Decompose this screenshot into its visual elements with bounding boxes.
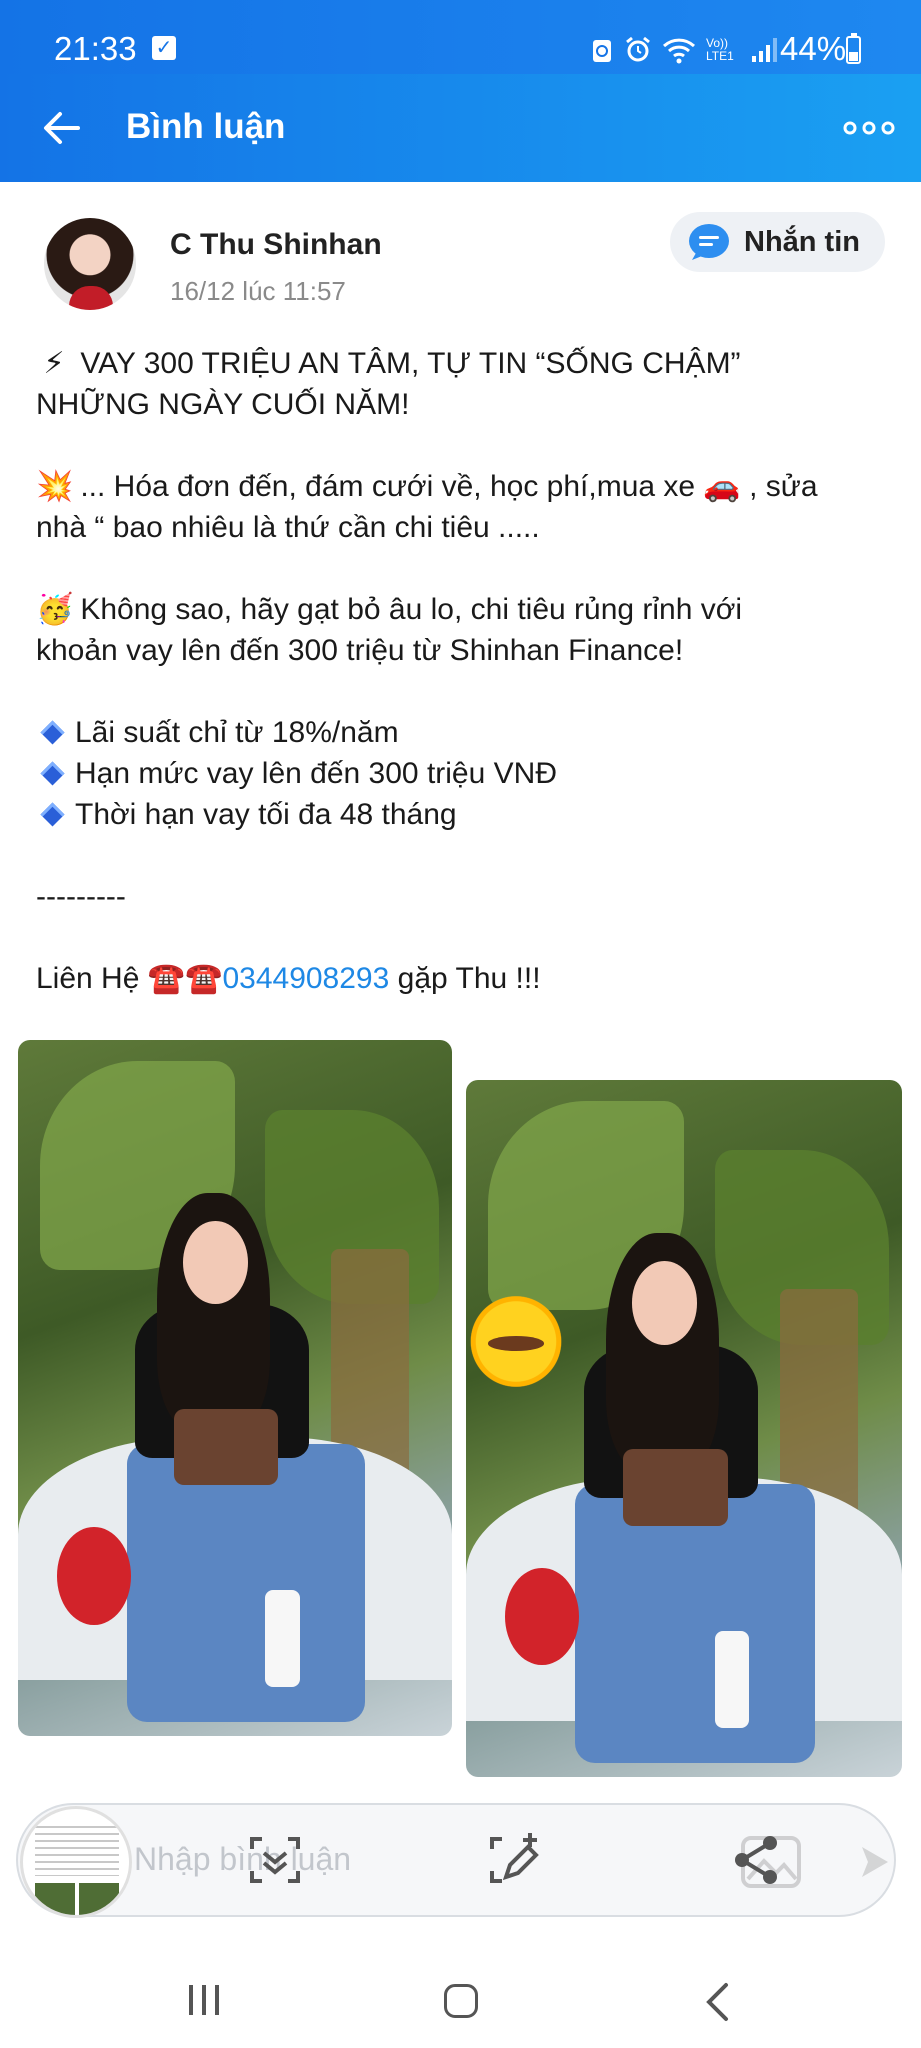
- bullet-text: Hạn mức vay lên đến 300 triệu VNĐ: [75, 757, 557, 790]
- signal-icon: [752, 38, 777, 62]
- recent-apps-icon[interactable]: [186, 1983, 222, 2017]
- collision-emoji: 💥: [36, 470, 74, 503]
- post-line: khoản vay lên đến 300 triệu từ Shinhan F…: [36, 630, 886, 671]
- status-time: 21:33: [54, 30, 137, 67]
- phone-link[interactable]: 0344908293: [222, 962, 389, 995]
- party-face-emoji: 🥳: [36, 593, 74, 626]
- chat-bubble-icon: [689, 224, 729, 260]
- scan-icon[interactable]: [246, 1831, 304, 1889]
- post-line-text: VAY 300 TRIỆU AN TÂM, TỰ TIN “SỐNG CHẬM”: [80, 347, 741, 380]
- contact-prefix: Liên Hệ ☎️☎️: [36, 962, 223, 995]
- bullet-item: Thời hạn vay tối đa 48 tháng: [36, 794, 886, 835]
- status-icons: Vo)) LTE1: [590, 32, 778, 68]
- bullet-item: Lãi suất chỉ từ 18%/năm: [36, 712, 886, 753]
- blue-diamond-icon: [40, 720, 65, 745]
- system-nav-bar: [0, 1938, 921, 2048]
- post-content: ⚡ VAY 300 TRIỆU AN TÂM, TỰ TIN “SỐNG CHẬ…: [36, 343, 886, 999]
- post-line-text: nhà “ bao nhiêu là thứ cần chi tiêu ....…: [36, 511, 540, 544]
- volte-lte-icon: Vo)) LTE1: [706, 36, 734, 63]
- post-line-text: NHỮNG NGÀY CUỐI NĂM!: [36, 388, 410, 421]
- send-icon[interactable]: [860, 1845, 890, 1879]
- comment-placeholder[interactable]: Nhập bình luận: [134, 1841, 351, 1878]
- blue-diamond-icon: [40, 761, 65, 786]
- wifi-icon: [662, 38, 696, 64]
- recycle-icon: [593, 40, 611, 62]
- back-arrow-icon[interactable]: [38, 104, 86, 152]
- message-button[interactable]: Nhắn tin: [670, 212, 885, 272]
- post-timestamp: 16/12 lúc 11:57: [170, 276, 346, 306]
- post-thumbnail[interactable]: [20, 1806, 132, 1918]
- blue-diamond-icon: [40, 802, 65, 827]
- bullet-text: Lãi suất chỉ từ 18%/năm: [75, 716, 399, 749]
- post-line: ⚡ VAY 300 TRIỆU AN TÂM, TỰ TIN “SỐNG CHẬ…: [36, 343, 886, 384]
- battery-percent: 44%: [780, 30, 847, 67]
- post-photo-2[interactable]: [466, 1080, 902, 1777]
- status-bar: 21:33 ✓ Vo)) LTE1 44%: [0, 0, 921, 74]
- post-line-text: Không sao, hãy gạt bỏ âu lo, chi tiêu rủ…: [80, 593, 743, 626]
- checklist-icon: ✓: [152, 36, 176, 60]
- battery-icon: [846, 33, 861, 64]
- post-line: 💥 ... Hóa đơn đến, đám cưới về, học phí,…: [36, 466, 886, 507]
- post-line-text: ... Hóa đơn đến, đám cưới về, học phí,mu…: [80, 470, 818, 503]
- author-avatar[interactable]: [44, 218, 136, 310]
- bullet-text: Thời hạn vay tối đa 48 tháng: [75, 798, 457, 831]
- message-button-label: Nhắn tin: [744, 225, 860, 258]
- share-icon[interactable]: [728, 1831, 786, 1889]
- post-line: nhà “ bao nhiêu là thứ cần chi tiêu ....…: [36, 507, 886, 548]
- contact-suffix: gặp Thu !!!: [389, 962, 541, 995]
- post-line-text: khoản vay lên đến 300 triệu từ Shinhan F…: [36, 634, 684, 667]
- bullet-item: Hạn mức vay lên đến 300 triệu VNĐ: [36, 753, 886, 794]
- lightning-emoji: ⚡: [43, 347, 65, 380]
- sun-mustache-sticker: [466, 1289, 567, 1394]
- app-header: Bình luận: [0, 74, 921, 182]
- more-options-icon[interactable]: [843, 116, 895, 140]
- back-icon[interactable]: [704, 1982, 730, 2022]
- home-icon[interactable]: [444, 1984, 478, 2018]
- post-photo-1[interactable]: [18, 1040, 452, 1736]
- edit-capture-icon[interactable]: [486, 1831, 544, 1889]
- post-line: NHỮNG NGÀY CUỐI NĂM!: [36, 384, 886, 425]
- post-line: 🥳 Không sao, hãy gạt bỏ âu lo, chi tiêu …: [36, 589, 886, 630]
- page-title: Bình luận: [126, 107, 286, 146]
- divider-text: ---------: [36, 880, 126, 913]
- alarm-icon: [626, 36, 650, 62]
- contact-line: Liên Hệ ☎️☎️0344908293 gặp Thu !!!: [36, 958, 886, 999]
- author-name[interactable]: C Thu Shinhan: [170, 228, 382, 262]
